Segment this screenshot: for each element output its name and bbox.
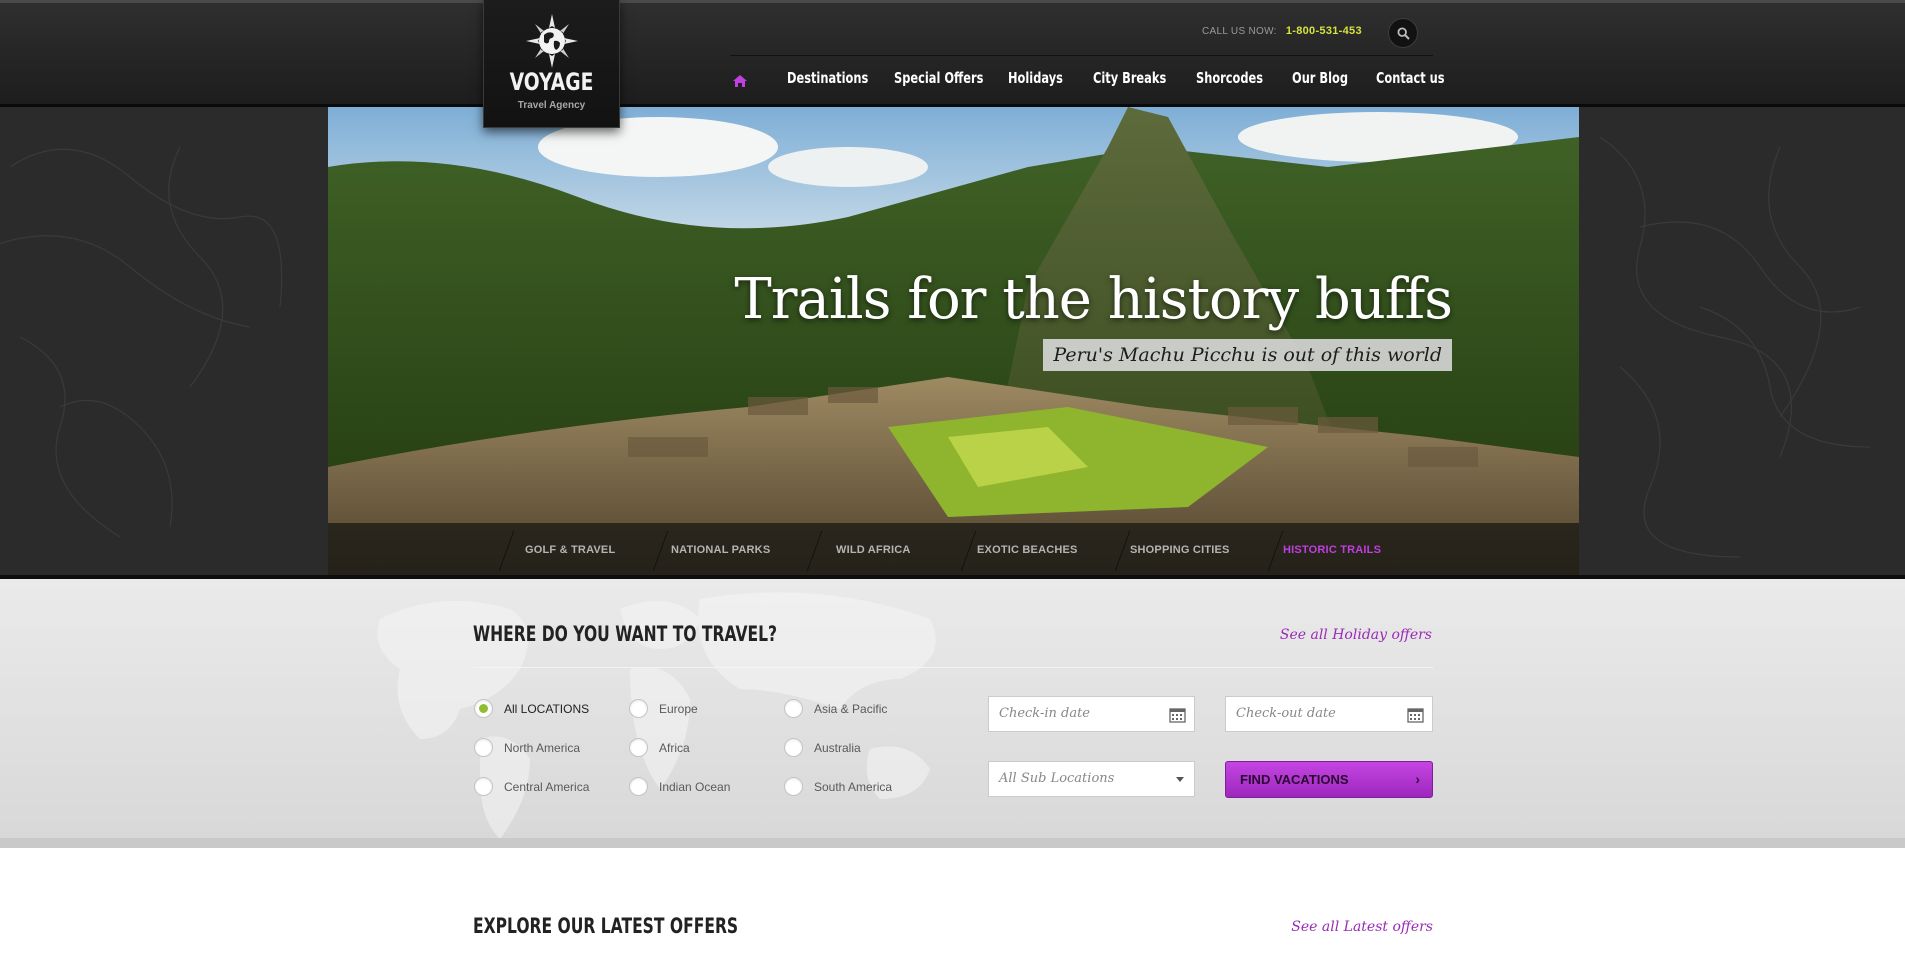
location-radio-indian-ocean[interactable]: Indian Ocean (629, 777, 730, 796)
location-radio-all[interactable]: All LOCATIONS (474, 699, 589, 718)
checkin-placeholder: Check-in date (999, 706, 1090, 721)
nav-contact-us[interactable]: Contact us (1376, 69, 1445, 87)
radio-button[interactable] (784, 699, 803, 718)
radio-button[interactable] (784, 777, 803, 796)
radio-button[interactable] (474, 738, 493, 757)
search-icon (1397, 27, 1410, 40)
location-radio-central-america[interactable]: Central America (474, 777, 589, 796)
top-header: CALL US NOW: 1-800-531-453 Destinations … (0, 0, 1905, 107)
radio-label: Europe (659, 701, 698, 716)
nav-shorcodes[interactable]: Shorcodes (1196, 69, 1263, 87)
radio-label: Central America (504, 779, 590, 794)
nav-holidays[interactable]: Holidays (1008, 69, 1063, 87)
nav-divider (730, 55, 1433, 56)
checkin-date-input[interactable]: Check-in date (988, 696, 1195, 732)
travel-search-panel (0, 579, 1905, 842)
checkout-placeholder: Check-out date (1236, 706, 1336, 721)
location-radio-africa[interactable]: Africa (629, 738, 690, 757)
hero-tabs: GOLF & TRAVEL NATIONAL PARKS WILD AFRICA… (328, 523, 1579, 578)
compass-globe-icon (526, 14, 578, 68)
logo[interactable]: VOYAGE Travel Agency (483, 0, 620, 128)
radio-label: Asia & Pacific (814, 701, 888, 716)
sub-location-value: All Sub Locations (999, 771, 1115, 786)
see-all-holiday-offers-link[interactable]: See all Holiday offers (1280, 627, 1432, 643)
tab-separator (652, 531, 669, 571)
nav-our-blog[interactable]: Our Blog (1292, 69, 1348, 87)
tab-golf-travel[interactable]: GOLF & TRAVEL (525, 523, 615, 578)
location-radio-north-america[interactable]: North America (474, 738, 580, 757)
call-us-label: CALL US NOW: (1202, 26, 1277, 37)
nav-special-offers[interactable]: Special Offers (894, 69, 983, 87)
radio-button[interactable] (629, 777, 648, 796)
search-button[interactable] (1388, 18, 1418, 48)
chevron-right-icon: › (1415, 771, 1420, 787)
radio-label: South America (814, 779, 893, 794)
location-radio-europe[interactable]: Europe (629, 699, 698, 718)
chevron-down-icon (1176, 777, 1184, 782)
radio-button[interactable] (474, 777, 493, 796)
offers-title: EXPLORE OUR LATEST OFFERS (473, 914, 739, 938)
tab-separator (806, 531, 823, 571)
hero-slider[interactable]: Trails for the history buffs Peru's Mach… (328, 107, 1579, 578)
nav-destinations[interactable]: Destinations (787, 69, 868, 87)
tab-wild-africa[interactable]: WILD AFRICA (836, 523, 911, 578)
tab-separator (1267, 531, 1284, 571)
panel-bottom-edge (0, 838, 1905, 848)
calendar-icon[interactable] (1169, 706, 1186, 723)
radio-label: All LOCATIONS (504, 701, 590, 716)
call-us: CALL US NOW: 1-800-531-453 (1202, 25, 1362, 37)
nav-city-breaks[interactable]: City Breaks (1093, 69, 1166, 87)
radio-label: Australia (814, 740, 861, 755)
calendar-icon[interactable] (1407, 706, 1424, 723)
sub-location-select[interactable]: All Sub Locations (988, 761, 1195, 797)
radio-button[interactable] (629, 738, 648, 757)
call-us-number[interactable]: 1-800-531-453 (1286, 25, 1362, 37)
tab-separator (1114, 531, 1131, 571)
see-all-latest-offers-link[interactable]: See all Latest offers (1291, 919, 1433, 935)
tab-separator (960, 531, 977, 571)
hero-subtitle: Peru's Machu Picchu is out of this world (1043, 339, 1452, 371)
tab-historic-trails[interactable]: HISTORIC TRAILS (1283, 523, 1381, 578)
radio-label: Indian Ocean (659, 779, 731, 794)
radio-label: North America (504, 740, 581, 755)
hero-title: Trails for the history buffs (734, 267, 1453, 332)
logo-name: VOYAGE (509, 68, 594, 96)
home-icon[interactable] (732, 73, 748, 89)
location-radio-south-america[interactable]: South America (784, 777, 892, 796)
radio-button[interactable] (474, 699, 493, 718)
tab-exotic-beaches[interactable]: EXOTIC BEACHES (977, 523, 1078, 578)
location-radio-australia[interactable]: Australia (784, 738, 861, 757)
find-vacations-button[interactable]: FIND VACATIONS › (1225, 761, 1433, 798)
tab-national-parks[interactable]: NATIONAL PARKS (671, 523, 770, 578)
location-radio-asia-pacific[interactable]: Asia & Pacific (784, 699, 887, 718)
search-divider (473, 667, 1433, 668)
search-title: WHERE DO YOU WANT TO TRAVEL? (473, 622, 778, 646)
radio-button[interactable] (784, 738, 803, 757)
tab-separator (498, 531, 515, 571)
radio-label: Africa (659, 740, 690, 755)
checkout-date-input[interactable]: Check-out date (1225, 696, 1433, 732)
logo-tagline: Travel Agency (517, 100, 586, 111)
radio-button[interactable] (629, 699, 648, 718)
tab-shopping-cities[interactable]: SHOPPING CITIES (1130, 523, 1230, 578)
find-vacations-label: FIND VACATIONS (1240, 772, 1349, 787)
